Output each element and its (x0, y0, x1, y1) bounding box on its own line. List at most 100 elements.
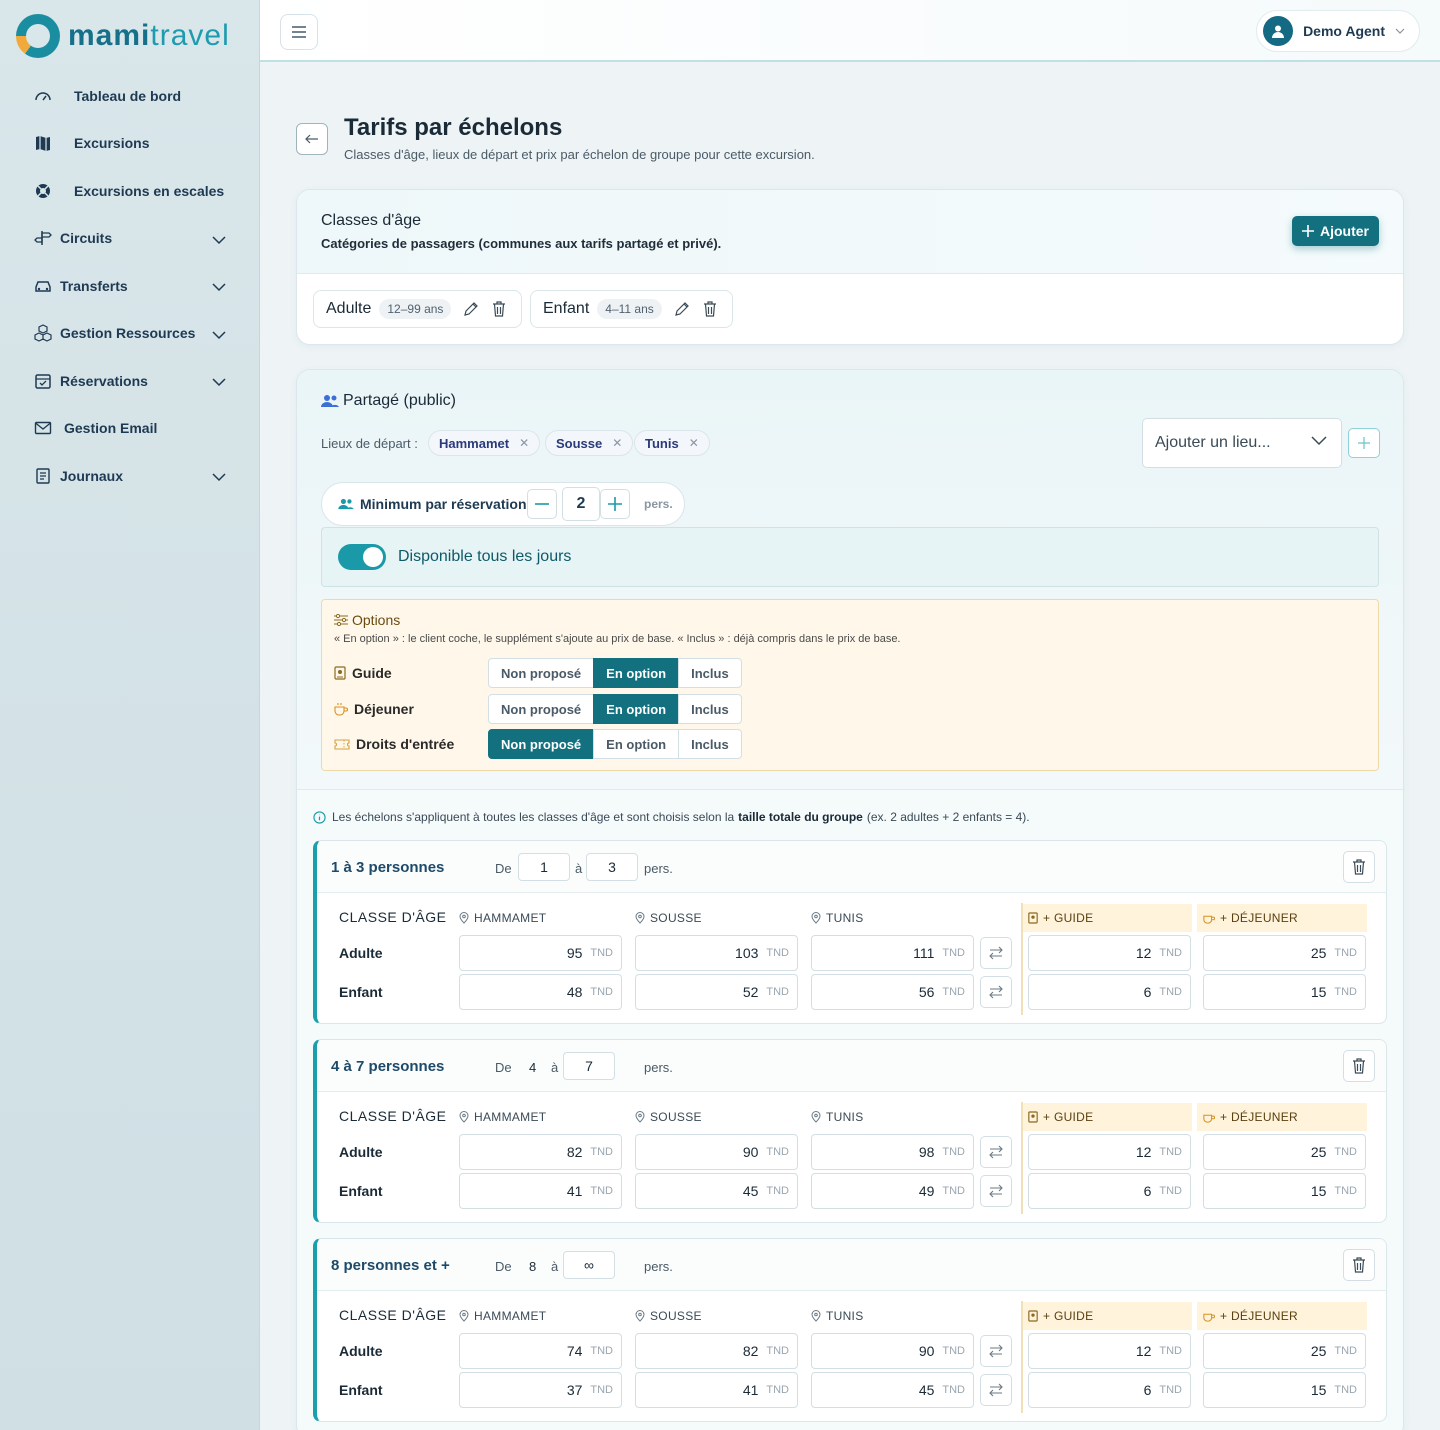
price-value: 82 (742, 1343, 759, 1359)
age-class-name: Adulte (326, 300, 372, 317)
copy-prices-button[interactable] (980, 937, 1012, 969)
tier-to-input[interactable]: ∞ (563, 1251, 615, 1279)
back-button[interactable] (296, 123, 328, 155)
price-input-hammamet[interactable]: 95 TND (459, 935, 622, 971)
price-input-hammamet[interactable]: 41 TND (459, 1173, 622, 1209)
price-input-sousse[interactable]: 103 TND (635, 935, 798, 971)
price-input-tunis[interactable]: 49 TND (811, 1173, 974, 1209)
price-input-tunis[interactable]: 56 TND (811, 974, 974, 1010)
tier-to-input[interactable]: 7 (563, 1052, 615, 1080)
lieu-tag-hammamet: Hammamet ✕ (428, 430, 541, 456)
add-lieu-select[interactable]: Ajouter un lieu... (1142, 418, 1342, 468)
copy-prices-button[interactable] (980, 1136, 1012, 1168)
price-input-tunis[interactable]: 90 TND (811, 1333, 974, 1369)
price-input-hammamet[interactable]: 82 TND (459, 1134, 622, 1170)
price-input-guide[interactable]: 12 TND (1028, 1134, 1191, 1170)
add-age-class-button[interactable]: Ajouter (1292, 216, 1379, 246)
option-choice-button[interactable]: En option (593, 694, 680, 724)
price-input-sousse[interactable]: 82 TND (635, 1333, 798, 1369)
edit-age-class-button[interactable] (668, 295, 696, 323)
tier-to-label: à (551, 1060, 559, 1075)
delete-age-class-button[interactable] (485, 295, 513, 323)
option-choice-button[interactable]: Non proposé (488, 729, 595, 759)
option-choice-button[interactable]: Inclus (678, 729, 742, 759)
add-lieu-button[interactable] (1348, 428, 1380, 458)
copy-prices-button[interactable] (980, 1175, 1012, 1207)
sidebar-item-excursions[interactable]: Excursions (0, 120, 260, 168)
price-input-dejeuner[interactable]: 25 TND (1203, 1333, 1366, 1369)
min-decrement-button[interactable] (527, 489, 557, 519)
min-increment-button[interactable] (600, 489, 630, 519)
price-input-hammamet[interactable]: 37 TND (459, 1372, 622, 1408)
delete-age-class-button[interactable] (696, 295, 724, 323)
option-choice-button[interactable]: Non proposé (488, 658, 595, 688)
age-class-range: 12–99 ans (379, 299, 452, 319)
price-input-dejeuner[interactable]: 15 TND (1203, 1372, 1366, 1408)
sidebar-item-transferts[interactable]: Transferts (0, 262, 260, 310)
sidebar-item-journaux[interactable]: Journaux (0, 452, 260, 500)
sidebar-item-reservations[interactable]: Réservations (0, 357, 260, 405)
avatar (1263, 16, 1294, 46)
swap-arrows-icon (988, 1383, 1004, 1397)
price-input-dejeuner[interactable]: 15 TND (1203, 974, 1366, 1010)
remove-lieu-icon[interactable]: ✕ (519, 436, 529, 450)
option-choice-button[interactable]: Inclus (678, 694, 742, 724)
col-header-hammamet: HAMMAMET (459, 1309, 546, 1323)
option-choice-button[interactable]: Non proposé (488, 694, 595, 724)
tier-to-input[interactable]: 3 (586, 853, 638, 881)
price-input-guide[interactable]: 12 TND (1028, 1333, 1191, 1369)
price-input-sousse[interactable]: 52 TND (635, 974, 798, 1010)
price-input-tunis[interactable]: 45 TND (811, 1372, 974, 1408)
sidebar-item-circuits[interactable]: Circuits (0, 215, 260, 263)
user-name: Demo Agent (1303, 23, 1385, 39)
price-input-dejeuner[interactable]: 25 TND (1203, 935, 1366, 971)
option-label: Déjeuner (334, 701, 414, 717)
delete-tier-button[interactable] (1343, 1050, 1375, 1082)
option-choice-button[interactable]: En option (593, 658, 680, 688)
copy-prices-button[interactable] (980, 1374, 1012, 1406)
menu-toggle-button[interactable] (280, 14, 318, 50)
coffee-cup-icon (1203, 1310, 1215, 1322)
delete-tier-button[interactable] (1343, 851, 1375, 883)
chevron-down-icon[interactable] (212, 374, 226, 390)
price-input-guide[interactable]: 6 TND (1028, 974, 1191, 1010)
chevron-down-icon[interactable] (212, 469, 226, 485)
price-input-sousse[interactable]: 41 TND (635, 1372, 798, 1408)
guide-badge-icon (1028, 1310, 1038, 1322)
price-input-tunis[interactable]: 98 TND (811, 1134, 974, 1170)
price-input-sousse[interactable]: 45 TND (635, 1173, 798, 1209)
option-choice-button[interactable]: Inclus (678, 658, 742, 688)
price-input-tunis[interactable]: 111 TND (811, 935, 974, 971)
price-input-guide[interactable]: 12 TND (1028, 935, 1191, 971)
journal-icon (34, 467, 52, 485)
sidebar-item-excursions-escales[interactable]: Excursions en escales (0, 167, 260, 215)
sidebar-item-gestion-email[interactable]: Gestion Email (0, 405, 260, 453)
min-value-input[interactable]: 2 (562, 487, 600, 521)
copy-prices-button[interactable] (980, 1335, 1012, 1367)
price-input-sousse[interactable]: 90 TND (635, 1134, 798, 1170)
sidebar-item-gestion-ressources[interactable]: Gestion Ressources (0, 310, 260, 358)
delete-tier-button[interactable] (1343, 1249, 1375, 1281)
chevron-down-icon[interactable] (212, 232, 226, 248)
brand-logo[interactable]: mamitravel (16, 14, 230, 58)
sidebar-item-dashboard[interactable]: Tableau de bord (0, 72, 260, 120)
chevron-down-icon[interactable] (212, 279, 226, 295)
remove-lieu-icon[interactable]: ✕ (612, 436, 622, 450)
option-choice-button[interactable]: En option (593, 729, 680, 759)
price-input-guide[interactable]: 6 TND (1028, 1372, 1191, 1408)
age-class-name: Enfant (543, 300, 590, 317)
col-header-dejeuner: + DÉJEUNER (1197, 904, 1367, 932)
price-input-dejeuner[interactable]: 15 TND (1203, 1173, 1366, 1209)
price-input-hammamet[interactable]: 74 TND (459, 1333, 622, 1369)
available-every-day-toggle[interactable] (338, 544, 386, 570)
remove-lieu-icon[interactable]: ✕ (689, 436, 699, 450)
copy-prices-button[interactable] (980, 976, 1012, 1008)
chevron-down-icon[interactable] (212, 327, 226, 343)
user-menu[interactable]: Demo Agent (1256, 10, 1420, 52)
tier-name: 8 personnes et + (331, 1257, 450, 1274)
tier-from-input[interactable]: 1 (518, 853, 570, 881)
edit-age-class-button[interactable] (457, 295, 485, 323)
price-input-dejeuner[interactable]: 25 TND (1203, 1134, 1366, 1170)
price-input-guide[interactable]: 6 TND (1028, 1173, 1191, 1209)
price-input-hammamet[interactable]: 48 TND (459, 974, 622, 1010)
